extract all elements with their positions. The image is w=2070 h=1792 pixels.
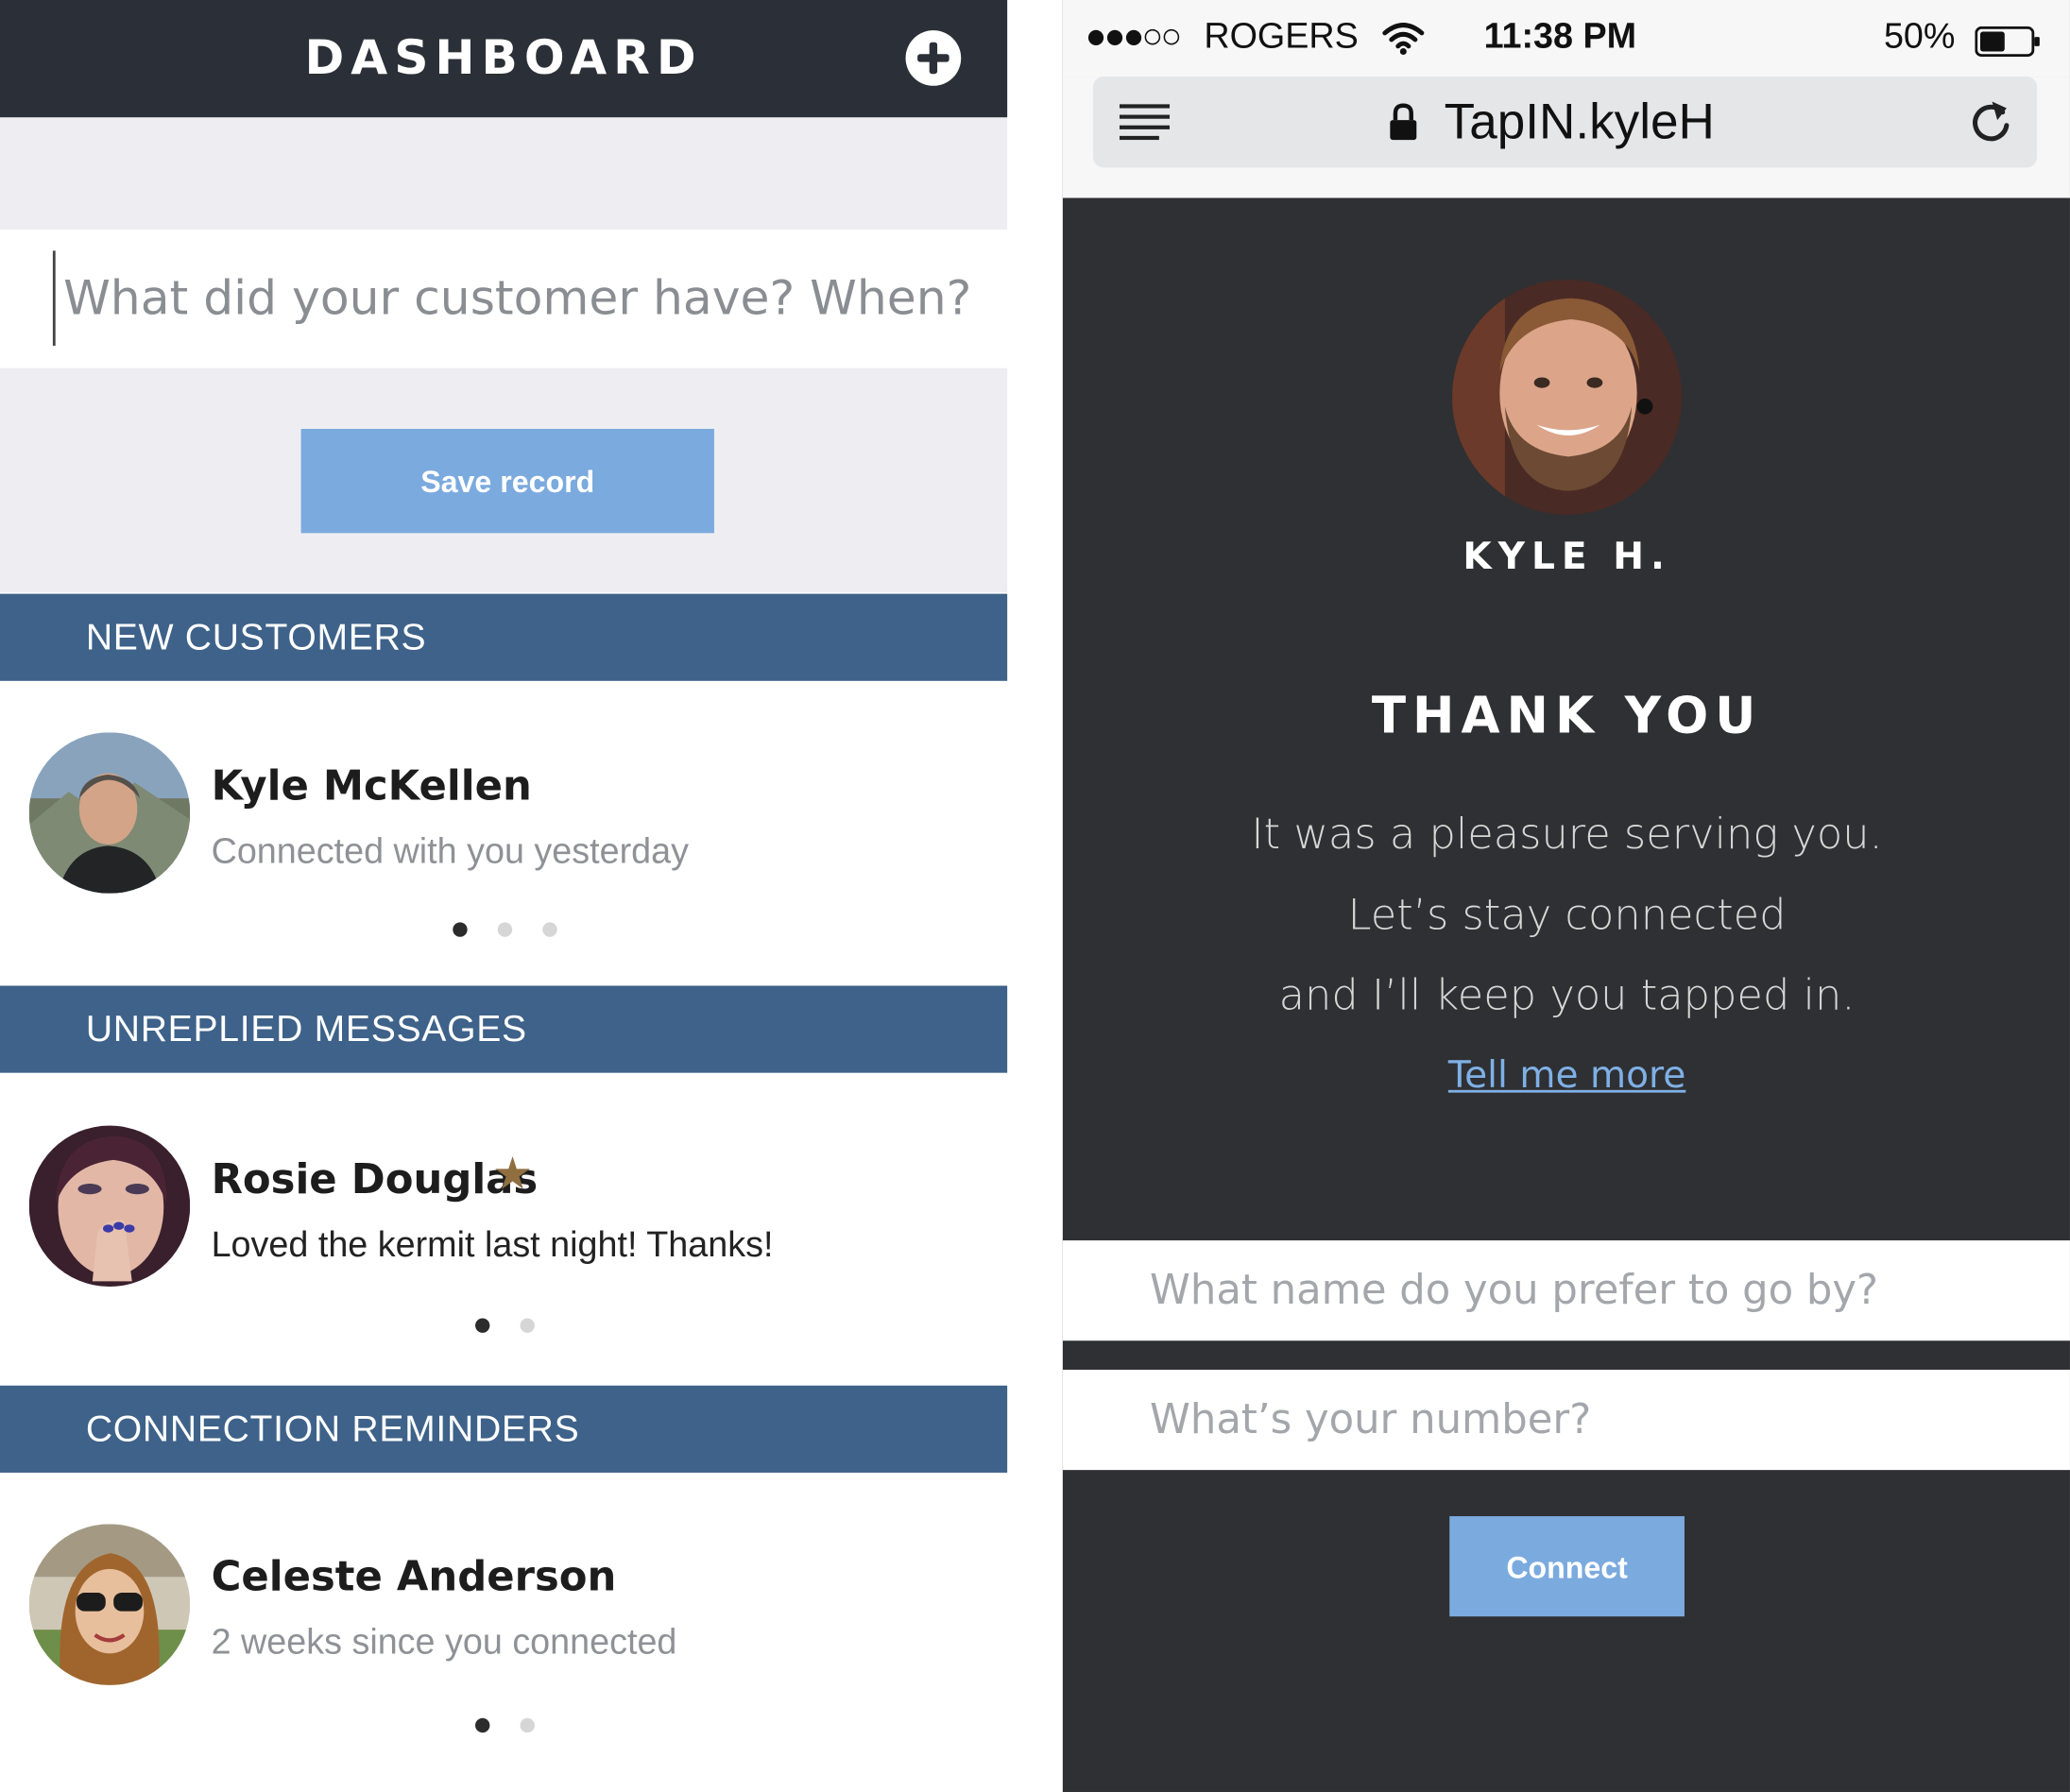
avatar-photo-kyle-mckellen xyxy=(28,732,191,894)
pager-dot[interactable] xyxy=(520,1318,535,1333)
clock: 11:38 PM xyxy=(1483,15,1637,56)
customer-name[interactable]: Kyle McKellen xyxy=(212,762,532,810)
customer-name[interactable]: Celeste Anderson xyxy=(212,1553,617,1600)
pager-dot-active[interactable] xyxy=(475,1717,490,1733)
thank-you-line: and I’ll keep you tapped in. xyxy=(1278,969,1856,1020)
message-preview: Loved the kermit last night! Thanks! xyxy=(211,1224,774,1265)
spacer-panel xyxy=(0,117,1008,230)
menu-icon[interactable] xyxy=(1119,103,1171,143)
profile-name: KYLE H. xyxy=(1463,534,1671,578)
page-title: DASHBOARD xyxy=(304,31,703,86)
lock-icon xyxy=(1390,103,1417,141)
profile-photo xyxy=(1452,280,1683,515)
preferred-name-field[interactable] xyxy=(1062,1240,2070,1341)
thank-you-heading: THANK YOU xyxy=(1371,686,1763,744)
avatar-photo-rosie-douglas xyxy=(28,1125,191,1287)
customer-name[interactable]: Rosie Douglas xyxy=(212,1156,539,1203)
thank-you-line: It was a pleasure serving you. xyxy=(1251,809,1883,860)
thank-you-line: Let’s stay connected xyxy=(1347,889,1787,940)
pager-dot[interactable] xyxy=(542,922,557,937)
battery-icon xyxy=(1975,26,2040,58)
pager-dot[interactable] xyxy=(520,1717,535,1733)
avatar[interactable] xyxy=(28,1125,191,1287)
phone-number-field[interactable] xyxy=(1062,1369,2070,1471)
plus-circle-icon[interactable] xyxy=(905,30,962,86)
avatar[interactable] xyxy=(28,732,191,894)
url-text[interactable]: TapIN.kyleH xyxy=(1445,84,1715,161)
avatar[interactable] xyxy=(28,1524,191,1685)
connect-button[interactable]: Connect xyxy=(1449,1516,1685,1617)
customer-subtitle: 2 weeks since you connected xyxy=(211,1621,677,1662)
star-icon[interactable]: ★ xyxy=(492,1148,533,1201)
section-header-new-customers: NEW CUSTOMERS xyxy=(0,593,1008,681)
carrier-name: ROGERS xyxy=(1204,15,1359,56)
wifi-icon xyxy=(1382,23,1425,55)
battery-percent: 50% xyxy=(1883,15,1956,56)
pager-dot-active[interactable] xyxy=(475,1318,490,1333)
signal-strength: ●●●○○ xyxy=(1085,15,1183,56)
pager-dot-active[interactable] xyxy=(453,922,468,937)
tell-me-more-link[interactable]: Tell me more xyxy=(1373,1053,1761,1097)
customer-subtitle: Connected with you yesterday xyxy=(211,831,689,871)
pager-dot[interactable] xyxy=(497,922,513,937)
section-header-connection-reminders: CONNECTION REMINDERS xyxy=(0,1385,1008,1473)
profile-photo-kyle-h xyxy=(1452,280,1683,515)
section-header-unreplied-messages: UNREPLIED MESSAGES xyxy=(0,985,1008,1073)
record-input[interactable] xyxy=(52,250,988,346)
avatar-photo-celeste-anderson xyxy=(28,1524,191,1685)
reload-icon[interactable] xyxy=(1968,96,2013,146)
save-record-button[interactable]: Save record xyxy=(300,428,714,534)
